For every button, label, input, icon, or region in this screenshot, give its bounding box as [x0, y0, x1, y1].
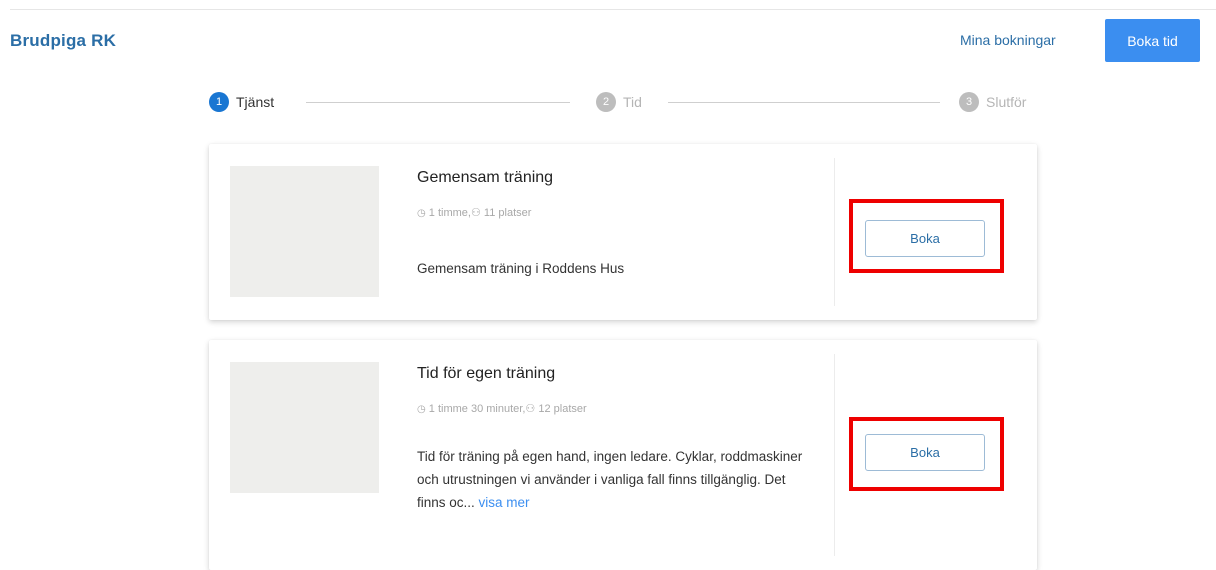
- step-connector: [306, 102, 570, 103]
- step-label: Tid: [623, 94, 642, 110]
- step-number: 2: [596, 92, 616, 112]
- step-number: 3: [959, 92, 979, 112]
- step-label: Slutför: [986, 94, 1027, 110]
- step-service: 1 Tjänst: [209, 92, 274, 112]
- show-more-link[interactable]: visa mer: [479, 495, 530, 510]
- service-image-placeholder: [230, 362, 379, 493]
- person-icon: ⚇: [525, 403, 536, 415]
- service-card: Tid för egen träning ◷ 1 timme 30 minute…: [209, 340, 1037, 570]
- booking-stepper: 1 Tjänst 2 Tid 3 Slutför: [0, 87, 1216, 117]
- card-divider: [834, 354, 835, 556]
- book-button[interactable]: Boka: [865, 434, 985, 471]
- service-duration: 1 timme: [428, 207, 468, 219]
- app-header: Brudpiga RK Mina bokningar Boka tid: [0, 10, 1216, 72]
- clock-icon: ◷: [417, 404, 426, 415]
- step-number: 1: [209, 92, 229, 112]
- book-button[interactable]: Boka: [865, 220, 985, 257]
- service-meta: ◷ 1 timme,⚇ 11 platser: [417, 207, 532, 219]
- book-time-button[interactable]: Boka tid: [1105, 19, 1200, 62]
- service-card: Gemensam träning ◷ 1 timme,⚇ 11 platser …: [209, 144, 1037, 320]
- brand-name[interactable]: Brudpiga RK: [10, 31, 116, 51]
- service-image-placeholder: [230, 166, 379, 297]
- service-description: Gemensam träning i Roddens Hus: [417, 261, 625, 276]
- my-bookings-link[interactable]: Mina bokningar: [960, 32, 1056, 48]
- step-connector: [668, 102, 940, 103]
- service-spots: 12 platser: [538, 403, 587, 415]
- step-time: 2 Tid: [596, 92, 642, 112]
- service-meta: ◷ 1 timme 30 minuter,⚇ 12 platser: [417, 403, 587, 415]
- service-spots: 11 platser: [483, 207, 532, 219]
- description-text: Tid för träning på egen hand, ingen leda…: [417, 449, 803, 510]
- step-finish: 3 Slutför: [959, 92, 1026, 112]
- step-label: Tjänst: [236, 94, 275, 110]
- service-duration: 1 timme 30 minuter: [428, 403, 523, 415]
- card-divider: [834, 158, 835, 306]
- person-icon: ⚇: [470, 207, 481, 219]
- service-title: Tid för egen träning: [417, 365, 556, 382]
- clock-icon: ◷: [417, 208, 426, 219]
- service-description: Tid för träning på egen hand, ingen leda…: [417, 445, 817, 514]
- service-title: Gemensam träning: [417, 169, 554, 186]
